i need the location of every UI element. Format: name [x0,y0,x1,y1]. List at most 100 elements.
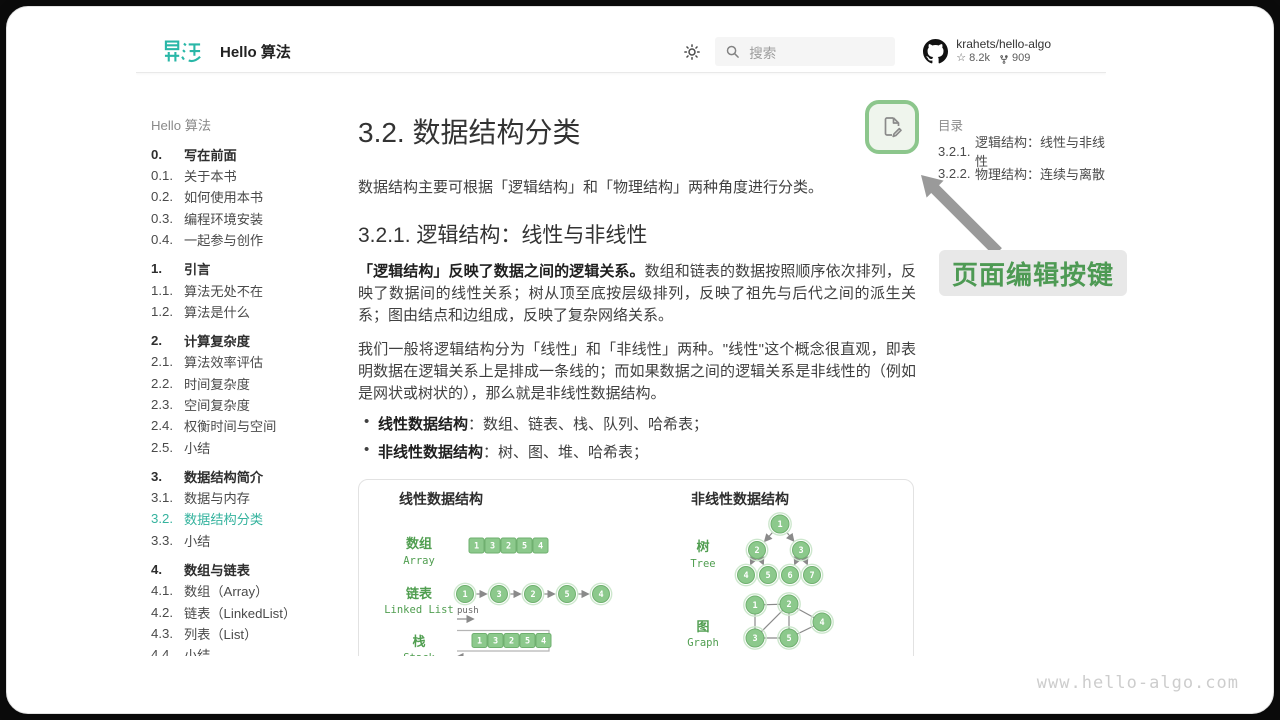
bullet-item-bold: 非线性数据结构 [378,444,483,461]
cell-value: 3 [490,542,495,552]
paragraph-logic-structure: 「逻辑结构」反映了数据之间的逻辑关系。数组和链表的数据按照顺序依次排列，反映了数… [358,261,916,326]
sidebar-item[interactable]: 1.引言 [151,258,351,279]
sidebar-item-number: 1. [151,261,184,276]
sidebar-item-number: 3.2. [151,511,184,526]
intro-paragraph: 数据结构主要可根据「逻辑结构」和「物理结构」两种角度进行分类。 [358,176,823,197]
figure-linear-title: 线性数据结构 [399,491,483,507]
bullet-item-bold: 线性数据结构 [378,416,468,433]
sidebar-item-number: 2.4. [151,418,184,433]
sidebar-item-label: 数组与链表 [184,560,250,579]
sidebar-item[interactable]: 0.4.一起参与创作 [151,229,351,250]
paragraph-lead-bold: 「逻辑结构」反映了数据之间的逻辑关系。 [358,263,645,280]
node-value: 5 [786,634,791,644]
sidebar-item-number: 0.3. [151,211,184,226]
site-title: Hello 算法 [220,41,291,62]
sidebar-item-label: 数据结构简介 [184,467,263,486]
push-label: push [457,606,479,616]
fork-icon [999,54,1009,65]
node-value: 5 [765,571,770,581]
sidebar-item-number: 4. [151,562,184,577]
star-count: ☆ 8.2k [956,52,990,66]
sidebar-item-label: 小结 [184,645,210,656]
node-value: 4 [819,618,824,628]
node-value: 6 [787,571,792,581]
figure-label-zh: 树 [696,539,709,554]
sidebar-title: Hello 算法 [151,115,351,136]
bullet-item: 非线性数据结构：树、图、堆、哈希表； [378,441,708,469]
sidebar-item[interactable]: 0.写在前面 [151,144,351,165]
watermark: www.hello-algo.com [1037,673,1239,693]
sidebar-nav: Hello 算法 0.写在前面0.1.关于本书0.2.如何使用本书0.3.编程环… [151,115,351,656]
node-value: 4 [743,571,748,581]
sidebar-item-number: 1.1. [151,283,184,298]
cell-value: 5 [525,637,530,647]
bullet-item-rest: ：数组、链表、栈、队列、哈希表； [468,416,708,433]
sidebar-item[interactable]: 4.1.数组（Array） [151,580,351,601]
sidebar-item-label: 数据与内存 [184,488,250,507]
sidebar-item-number: 4.1. [151,583,184,598]
sidebar-item-label: 编程环境安装 [184,209,263,228]
github-repo-link[interactable]: krahets/hello-algo ☆ 8.2k 909 [923,37,1051,66]
sidebar-item[interactable]: 2.2.时间复杂度 [151,372,351,393]
sidebar-item[interactable]: 2.1.算法效率评估 [151,351,351,372]
sidebar-item[interactable]: 2.3.空间复杂度 [151,394,351,415]
sidebar-item[interactable]: 2.计算复杂度 [151,330,351,351]
sidebar-item-label: 算法效率评估 [184,352,263,371]
sidebar-item[interactable]: 0.2.如何使用本书 [151,186,351,207]
annotation-label: 页面编辑按键 [939,250,1127,296]
sidebar-item-number: 2. [151,333,184,348]
edge-line [765,532,773,541]
sidebar-item-label: 如何使用本书 [184,187,263,206]
sidebar-item-number: 3.3. [151,533,184,548]
sidebar-item-number: 1.2. [151,304,184,319]
sidebar-item[interactable]: 3.3.小结 [151,530,351,551]
figure-label-en: Graph [687,637,719,649]
sidebar-item[interactable]: 3.数据结构简介 [151,465,351,486]
node-value: 1 [752,601,757,611]
sidebar-item[interactable]: 0.1.关于本书 [151,165,351,186]
cell-value: 4 [538,542,543,552]
sidebar-item-number: 2.1. [151,354,184,369]
figure-label-en: Stack [403,652,435,656]
sidebar-item-label: 列表（List） [184,624,257,643]
sidebar-item-number: 0. [151,147,184,162]
sidebar-item[interactable]: 4.2.链表（LinkedList） [151,601,351,622]
sidebar-item-label: 空间复杂度 [184,395,250,414]
sidebar-item[interactable]: 4.4.小结 [151,644,351,656]
sidebar-item[interactable]: 0.3.编程环境安装 [151,208,351,229]
sidebar-item[interactable]: 1.2.算法是什么 [151,301,351,322]
sidebar-item[interactable]: 1.1.算法无处不在 [151,279,351,300]
sidebar-item-number: 0.4. [151,232,184,247]
bullet-item: 线性数据结构：数组、链表、栈、队列、哈希表； [378,413,708,441]
sidebar-item-number: 4.4. [151,647,184,656]
sidebar-item-label: 链表（LinkedList） [184,603,296,622]
sidebar-item-label: 一起参与创作 [184,230,263,249]
main-content: 3.2. 数据结构分类 数据结构主要可根据「逻辑结构」和「物理结构」两种角度进行… [358,31,916,656]
sidebar-item-label: 时间复杂度 [184,374,250,393]
sidebar-item[interactable]: 4.数组与链表 [151,559,351,580]
sidebar-item-active[interactable]: 3.2.数据结构分类 [151,508,351,529]
toc-item[interactable]: 3.2.1.逻辑结构：线性与非线性 [938,140,1106,163]
file-edit-icon [880,115,904,139]
sidebar-item[interactable]: 3.1.数据与内存 [151,487,351,508]
sidebar-item[interactable]: 4.3.列表（List） [151,623,351,644]
sidebar-item-label: 引言 [184,259,210,278]
page-edit-button[interactable] [865,100,919,154]
data-structure-figure: 线性数据结构非线性数据结构数组Array13254链表Linked List13… [358,479,914,656]
sidebar-item-label: 数据结构分类 [184,509,263,528]
edge-line [787,532,794,540]
node-value: 7 [809,571,814,581]
node-value: 1 [777,520,782,530]
paragraph-linear-nonlinear: 我们一般将逻辑结构分为「线性」和「非线性」两种。"线性"这个概念很直观，即表明数… [358,339,916,404]
sidebar-item[interactable]: 2.5.小结 [151,437,351,458]
sidebar-items: 0.写在前面0.1.关于本书0.2.如何使用本书0.3.编程环境安装0.4.一起… [151,144,351,657]
node-value: 5 [564,590,569,600]
sidebar-item[interactable]: 2.4.权衡时间与空间 [151,415,351,436]
figure-label-en: Array [403,555,435,567]
cell-value: 5 [522,542,527,552]
toc-item-number: 3.2.1. [938,144,975,159]
page-title: 3.2. 数据结构分类 [358,111,580,151]
node-value: 3 [496,590,501,600]
figure-label-zh: 栈 [412,634,425,649]
cell-value: 1 [474,542,479,552]
